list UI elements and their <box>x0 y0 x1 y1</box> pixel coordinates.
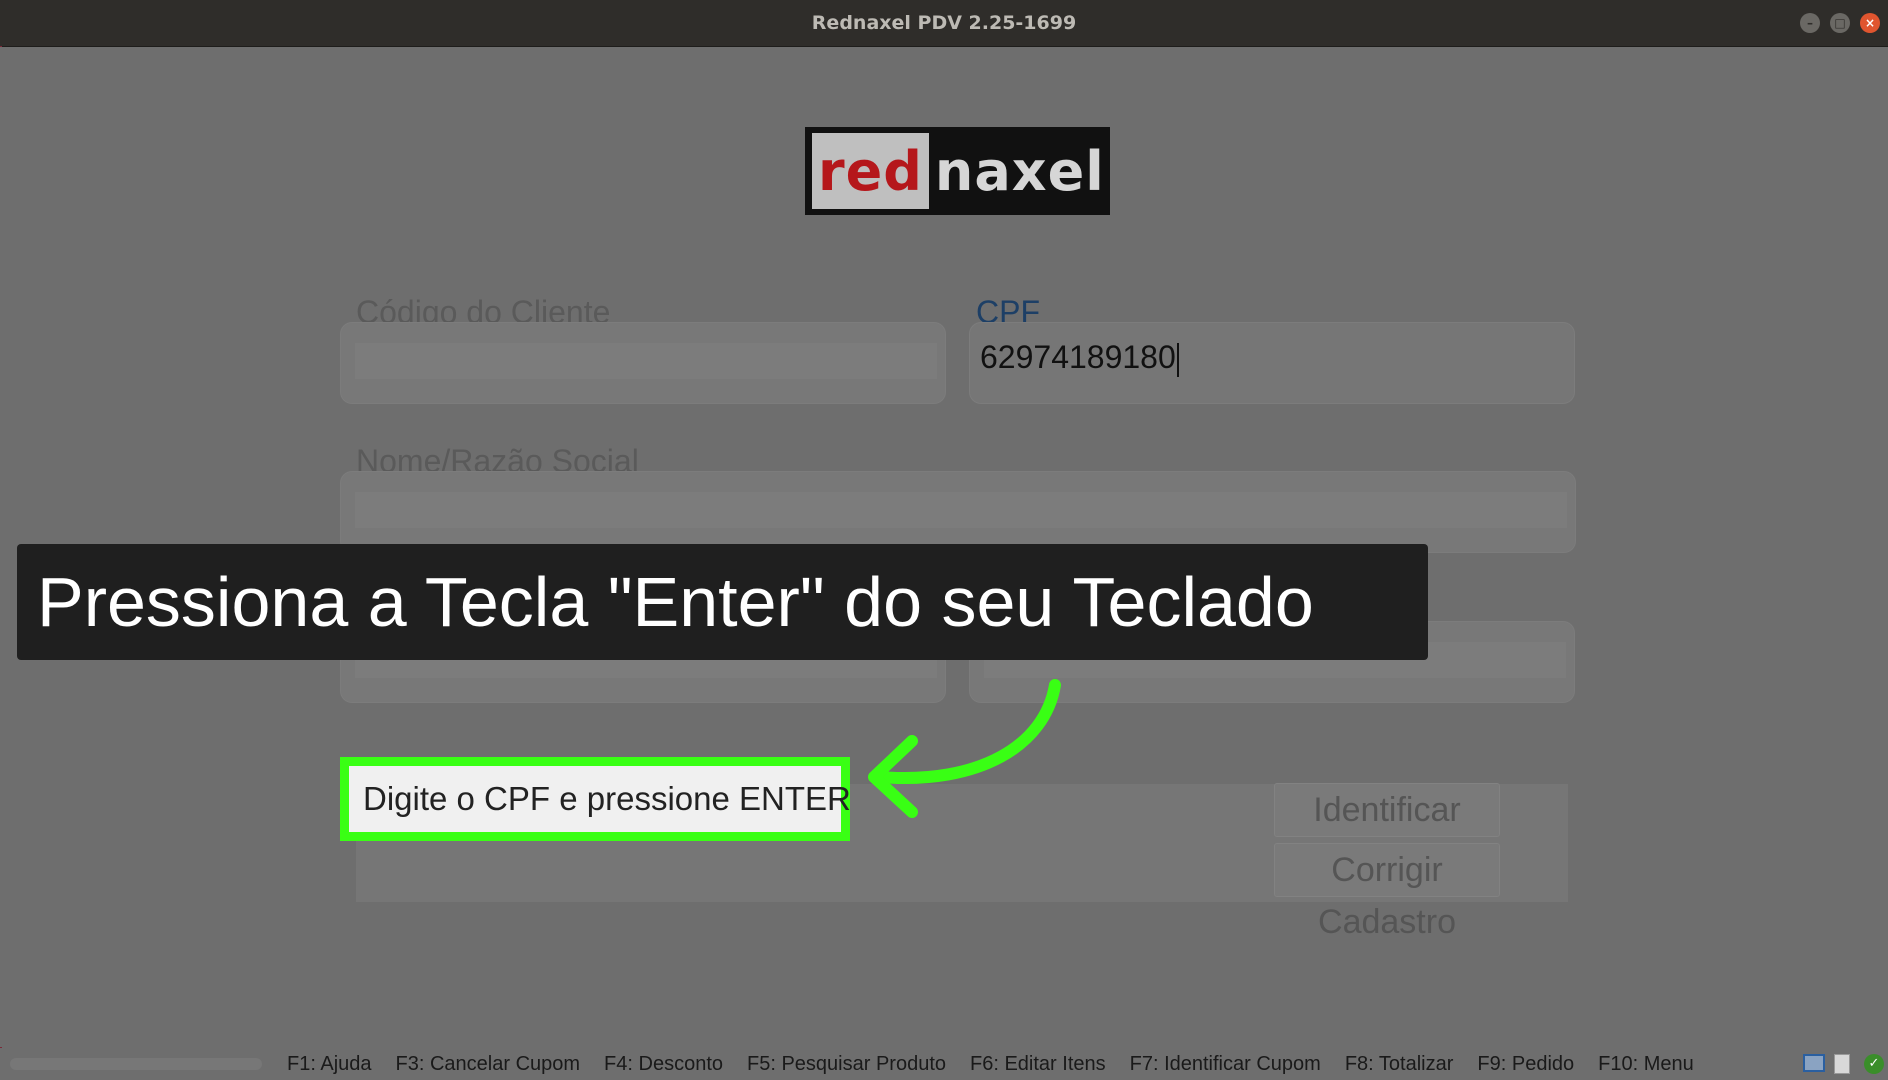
identificar-cupom-button[interactable]: Identificar Cupom <box>1274 783 1500 881</box>
fkey-f7-identificar-cupom[interactable]: F7: Identificar Cupom <box>1130 1048 1321 1080</box>
tutorial-caption: Pressiona a Tecla "Enter" do seu Teclado <box>17 544 1428 660</box>
hint-highlight-box: Digite o CPF e pressione ENTER <box>340 757 851 841</box>
tutorial-caption-text: Pressiona a Tecla "Enter" do seu Teclado <box>37 563 1314 641</box>
cpf-input[interactable]: 62974189180 <box>980 339 1179 377</box>
window-title: Rednaxel PDV 2.25-1699 <box>811 12 1077 34</box>
logo-red-text: red <box>812 133 929 209</box>
fkey-f6-editar-itens[interactable]: F6: Editar Itens <box>970 1048 1106 1080</box>
close-button[interactable]: × <box>1860 13 1880 33</box>
minimize-icon: – <box>1807 16 1813 30</box>
window-icon[interactable] <box>1803 1054 1825 1072</box>
fkey-f3-cancelar-cupom[interactable]: F3: Cancelar Cupom <box>396 1048 581 1080</box>
fkey-f8-totalizar[interactable]: F8: Totalizar <box>1345 1048 1454 1080</box>
curved-arrow-icon <box>868 679 1061 818</box>
nome-razao-social-input[interactable] <box>355 492 1567 528</box>
fkey-f9-pedido[interactable]: F9: Pedido <box>1477 1048 1574 1080</box>
maximize-icon: □ <box>1834 16 1846 30</box>
hint-message: Digite o CPF e pressione ENTER <box>363 780 851 817</box>
nome-razao-social-field[interactable] <box>340 471 1576 553</box>
status-progress-bar <box>10 1058 262 1070</box>
check-icon[interactable]: ✓ <box>1864 1054 1884 1074</box>
function-key-list: F1: Ajuda F3: Cancelar Cupom F4: Descont… <box>287 1048 1718 1080</box>
rednaxel-logo: red naxel <box>805 127 1110 215</box>
document-icon[interactable] <box>1834 1054 1850 1074</box>
status-bar: F1: Ajuda F3: Cancelar Cupom F4: Descont… <box>0 1048 1888 1080</box>
fkey-f4-desconto[interactable]: F4: Desconto <box>604 1048 723 1080</box>
minimize-button[interactable]: – <box>1800 13 1820 33</box>
corrigir-cadastro-button[interactable]: Corrigir Cadastro <box>1274 843 1500 941</box>
fkey-f10-menu[interactable]: F10: Menu <box>1598 1048 1694 1080</box>
maximize-button[interactable]: □ <box>1830 13 1850 33</box>
logo-white-text: naxel <box>934 139 1105 203</box>
fkey-f5-pesquisar-produto[interactable]: F5: Pesquisar Produto <box>747 1048 946 1080</box>
codigo-cliente-input[interactable] <box>355 343 937 379</box>
cpf-value: 62974189180 <box>980 339 1176 375</box>
codigo-cliente-field[interactable] <box>340 322 946 404</box>
fkey-f1-ajuda[interactable]: F1: Ajuda <box>287 1048 372 1080</box>
close-icon: × <box>1864 16 1876 30</box>
text-caret <box>1176 342 1179 377</box>
title-bar: Rednaxel PDV 2.25-1699 – □ × <box>0 0 1888 47</box>
cpf-field[interactable]: 62974189180 <box>969 322 1575 404</box>
